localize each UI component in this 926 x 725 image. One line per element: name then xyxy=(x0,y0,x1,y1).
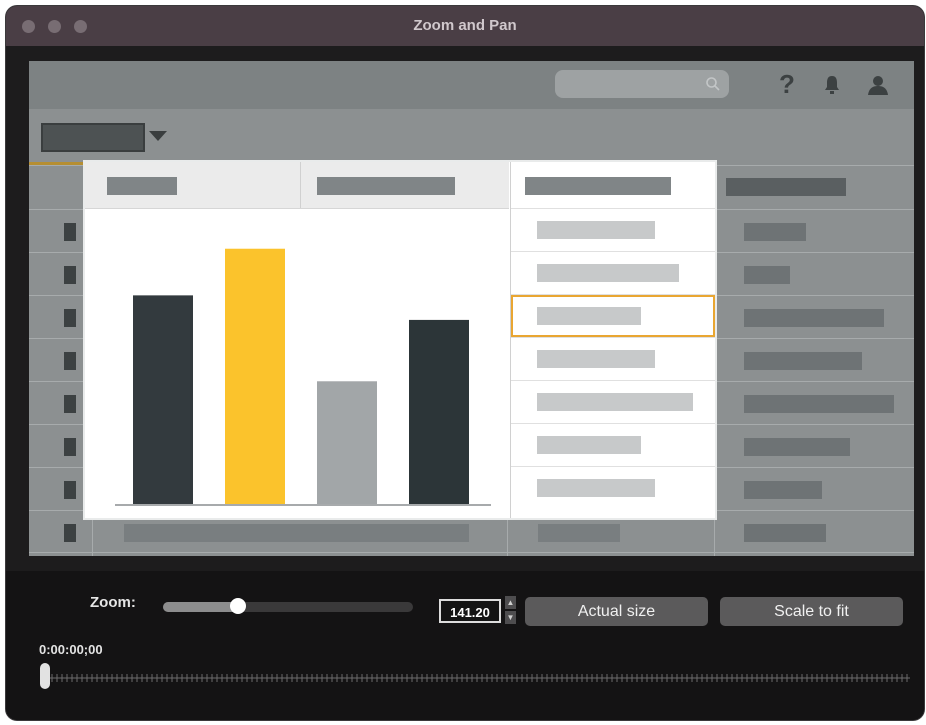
timecode: 0:00:00;00 xyxy=(39,642,103,657)
zoom-value-field[interactable]: 141.20 xyxy=(439,599,501,623)
app-header: ? xyxy=(29,61,914,109)
row-checkbox xyxy=(64,266,76,284)
cell-placeholder xyxy=(744,481,822,499)
cell-placeholder xyxy=(537,350,655,368)
cell-placeholder xyxy=(744,524,826,542)
chart-bar xyxy=(225,248,285,504)
search-icon xyxy=(706,77,720,91)
window-title: Zoom and Pan xyxy=(413,17,517,34)
row-checkbox xyxy=(64,352,76,370)
row-checkbox xyxy=(64,438,76,456)
divider xyxy=(29,552,914,553)
cell-placeholder xyxy=(744,438,850,456)
chart-bar xyxy=(409,319,469,504)
help-icon: ? xyxy=(779,71,795,99)
preview-canvas[interactable]: ? xyxy=(29,61,914,556)
list-item xyxy=(511,380,715,423)
row-checkbox xyxy=(64,524,76,542)
cell-placeholder xyxy=(744,223,806,241)
cell-placeholder xyxy=(537,307,641,325)
stepper-up-icon[interactable]: ▲ xyxy=(505,596,516,609)
zoom-slider-fill xyxy=(163,602,238,612)
list-item xyxy=(511,337,715,380)
zoom-slider-handle[interactable] xyxy=(230,598,246,614)
list-item-selected xyxy=(511,294,715,337)
search-field xyxy=(555,70,729,98)
cell-placeholder xyxy=(744,309,884,327)
zoom-stepper[interactable]: ▲ ▼ xyxy=(505,596,516,625)
cell-placeholder xyxy=(124,524,469,542)
row-checkbox xyxy=(64,309,76,327)
timeline-ruler[interactable] xyxy=(43,671,910,685)
user-icon xyxy=(868,76,888,95)
row-checkbox xyxy=(64,223,76,241)
cell-placeholder xyxy=(537,393,693,411)
chevron-down-icon xyxy=(149,131,167,141)
list-item xyxy=(511,423,715,466)
zoom-label: Zoom: xyxy=(90,594,136,611)
zoomed-content-panel xyxy=(85,162,715,518)
cell-placeholder xyxy=(537,221,655,239)
cell-placeholder xyxy=(537,479,655,497)
cell-placeholder xyxy=(744,266,790,284)
bell-icon xyxy=(825,76,839,94)
header-placeholder xyxy=(525,177,671,195)
scale-to-fit-button[interactable]: Scale to fit xyxy=(720,597,903,626)
list-item xyxy=(511,466,715,509)
row-checkbox xyxy=(64,395,76,413)
chart-bar xyxy=(133,295,193,504)
title-bar[interactable]: Zoom and Pan xyxy=(6,6,924,46)
cell-placeholder xyxy=(537,264,679,282)
chart-bar xyxy=(317,381,377,504)
zoom-and-pan-window: Zoom and Pan ? Zoom: 141.20 ▲ ▼ Actual s… xyxy=(6,6,924,720)
stepper-down-icon[interactable]: ▼ xyxy=(505,611,516,624)
actual-size-button[interactable]: Actual size xyxy=(525,597,708,626)
bar-chart xyxy=(115,248,491,506)
cell-placeholder xyxy=(538,524,620,542)
zoom-slider[interactable] xyxy=(163,598,413,614)
svg-text:?: ? xyxy=(779,71,795,99)
cell-placeholder xyxy=(744,352,862,370)
cell-placeholder xyxy=(537,436,641,454)
divider xyxy=(300,162,301,208)
zoom-controls-panel xyxy=(6,571,924,720)
playhead-handle[interactable] xyxy=(40,663,50,689)
list-item xyxy=(511,251,715,294)
cell-placeholder xyxy=(744,395,894,413)
row-checkbox xyxy=(64,481,76,499)
header-placeholder xyxy=(317,177,455,195)
header-placeholder xyxy=(726,178,846,196)
list-item xyxy=(511,208,715,251)
dropdown xyxy=(41,123,145,152)
header-placeholder xyxy=(107,177,177,195)
